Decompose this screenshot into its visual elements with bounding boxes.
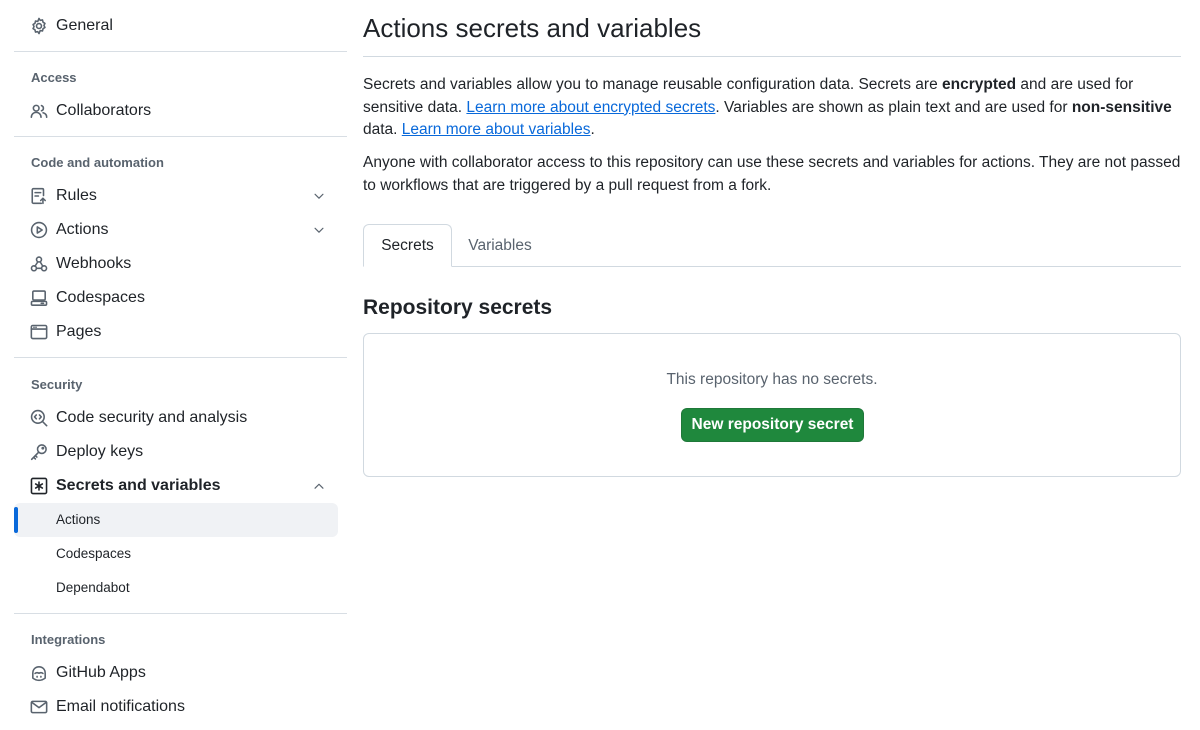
chevron-up-icon[interactable] xyxy=(312,479,326,493)
sidebar-heading-security: Security xyxy=(31,377,83,392)
sidebar-item-github-apps[interactable]: GitHub Apps xyxy=(14,656,347,690)
sidebar-item-code-security[interactable]: Code security and analysis xyxy=(14,401,347,435)
sidebar-heading-integrations: Integrations xyxy=(31,632,106,647)
tab-secrets[interactable]: Secrets xyxy=(363,224,452,267)
secrets-variables-tabs: Secrets Variables xyxy=(363,224,1181,267)
sidebar-item-actions[interactable]: Actions xyxy=(14,213,347,247)
sidebar-item-label: Pages xyxy=(56,323,102,340)
new-repository-secret-button[interactable]: New repository secret xyxy=(681,408,864,442)
chevron-down-icon[interactable] xyxy=(312,223,326,237)
key-icon xyxy=(30,443,48,461)
sidebar-item-label: Webhooks xyxy=(56,255,132,272)
chevron-down-icon[interactable] xyxy=(312,189,326,203)
sidebar-item-label: Actions xyxy=(56,221,109,238)
page-title: Actions secrets and variables xyxy=(363,13,702,43)
intro-emphasis-encrypted: encrypted xyxy=(942,76,1017,93)
title-divider xyxy=(363,56,1181,57)
sidebar-item-collaborators[interactable]: Collaborators xyxy=(14,94,347,128)
collaborator-note: Anyone with collaborator access to this … xyxy=(363,154,1181,194)
empty-secrets-box: This repository has no secrets. New repo… xyxy=(363,333,1181,477)
intro-text: . Variables are shown as plain text and … xyxy=(715,98,1072,116)
sidebar-item-label: Email notifications xyxy=(56,698,185,715)
sidebar-item-label: General xyxy=(56,17,113,34)
learn-more-secrets-link[interactable]: Learn more about encrypted secrets xyxy=(466,99,715,116)
sidebar-item-label: Rules xyxy=(56,187,97,204)
sidebar-item-codespaces[interactable]: Codespaces xyxy=(14,281,347,315)
sidebar-item-secrets-and-variables[interactable]: Secrets and variables xyxy=(14,469,347,503)
empty-state-message: This repository has no secrets. xyxy=(666,371,878,388)
sidebar-heading-code-automation: Code and automation xyxy=(31,155,164,170)
people-icon xyxy=(30,102,48,120)
webhook-icon xyxy=(30,255,48,273)
codespaces-icon xyxy=(30,289,48,307)
rules-icon xyxy=(30,187,48,205)
sidebar-item-label: Deploy keys xyxy=(56,443,144,460)
sidebar-divider xyxy=(14,613,347,614)
asterisk-box-icon xyxy=(30,477,48,495)
learn-more-variables-link[interactable]: Learn more about variables xyxy=(402,121,591,138)
sidebar-item-rules[interactable]: Rules xyxy=(14,179,347,213)
sidebar-item-label: Secrets and variables xyxy=(56,477,221,494)
sidebar-subitem-dependabot[interactable]: Dependabot xyxy=(14,571,338,605)
play-icon xyxy=(30,221,48,239)
browser-icon xyxy=(30,323,48,341)
sidebar-item-deploy-keys[interactable]: Deploy keys xyxy=(14,435,347,469)
intro-emphasis-non-sensitive: non-sensitive xyxy=(1071,98,1172,116)
gear-icon xyxy=(30,17,48,35)
sidebar-divider xyxy=(14,51,347,52)
sidebar-divider xyxy=(14,136,347,137)
active-indicator xyxy=(14,507,18,533)
copilot-app-icon xyxy=(30,664,48,682)
repository-secrets-heading: Repository secrets xyxy=(363,296,553,319)
tab-variables[interactable]: Variables xyxy=(452,224,548,267)
intro-text: . xyxy=(590,121,595,138)
intro-text: data. xyxy=(363,121,402,138)
sidebar-item-pages[interactable]: Pages xyxy=(14,315,347,349)
sidebar-divider xyxy=(14,357,347,358)
sidebar-item-email-notifications[interactable]: Email notifications xyxy=(14,690,347,724)
sidebar-item-label: Collaborators xyxy=(56,102,152,119)
sidebar-item-label: Code security and analysis xyxy=(56,409,248,426)
sidebar-item-webhooks[interactable]: Webhooks xyxy=(14,247,347,281)
mail-icon xyxy=(30,698,48,716)
sidebar-subitem-codespaces[interactable]: Codespaces xyxy=(14,537,338,571)
codescan-icon xyxy=(30,409,48,427)
settings-sidebar: General Access Collaborators Code and au… xyxy=(14,0,347,730)
sidebar-heading-access: Access xyxy=(31,70,77,85)
intro-text: Secrets and variables allow you to manag… xyxy=(363,76,943,93)
sidebar-subitem-label: Actions xyxy=(56,512,101,527)
intro-paragraph: Secrets and variables allow you to manag… xyxy=(363,74,1181,142)
sidebar-subitem-label: Dependabot xyxy=(56,580,130,595)
sidebar-item-label: Codespaces xyxy=(56,289,145,306)
main-content: Actions secrets and variables Secrets an… xyxy=(363,0,1181,730)
sidebar-subitem-label: Codespaces xyxy=(56,546,132,561)
sidebar-subitem-actions[interactable]: Actions xyxy=(14,503,338,537)
sidebar-item-label: GitHub Apps xyxy=(56,664,146,681)
sidebar-item-general[interactable]: General xyxy=(14,9,347,43)
